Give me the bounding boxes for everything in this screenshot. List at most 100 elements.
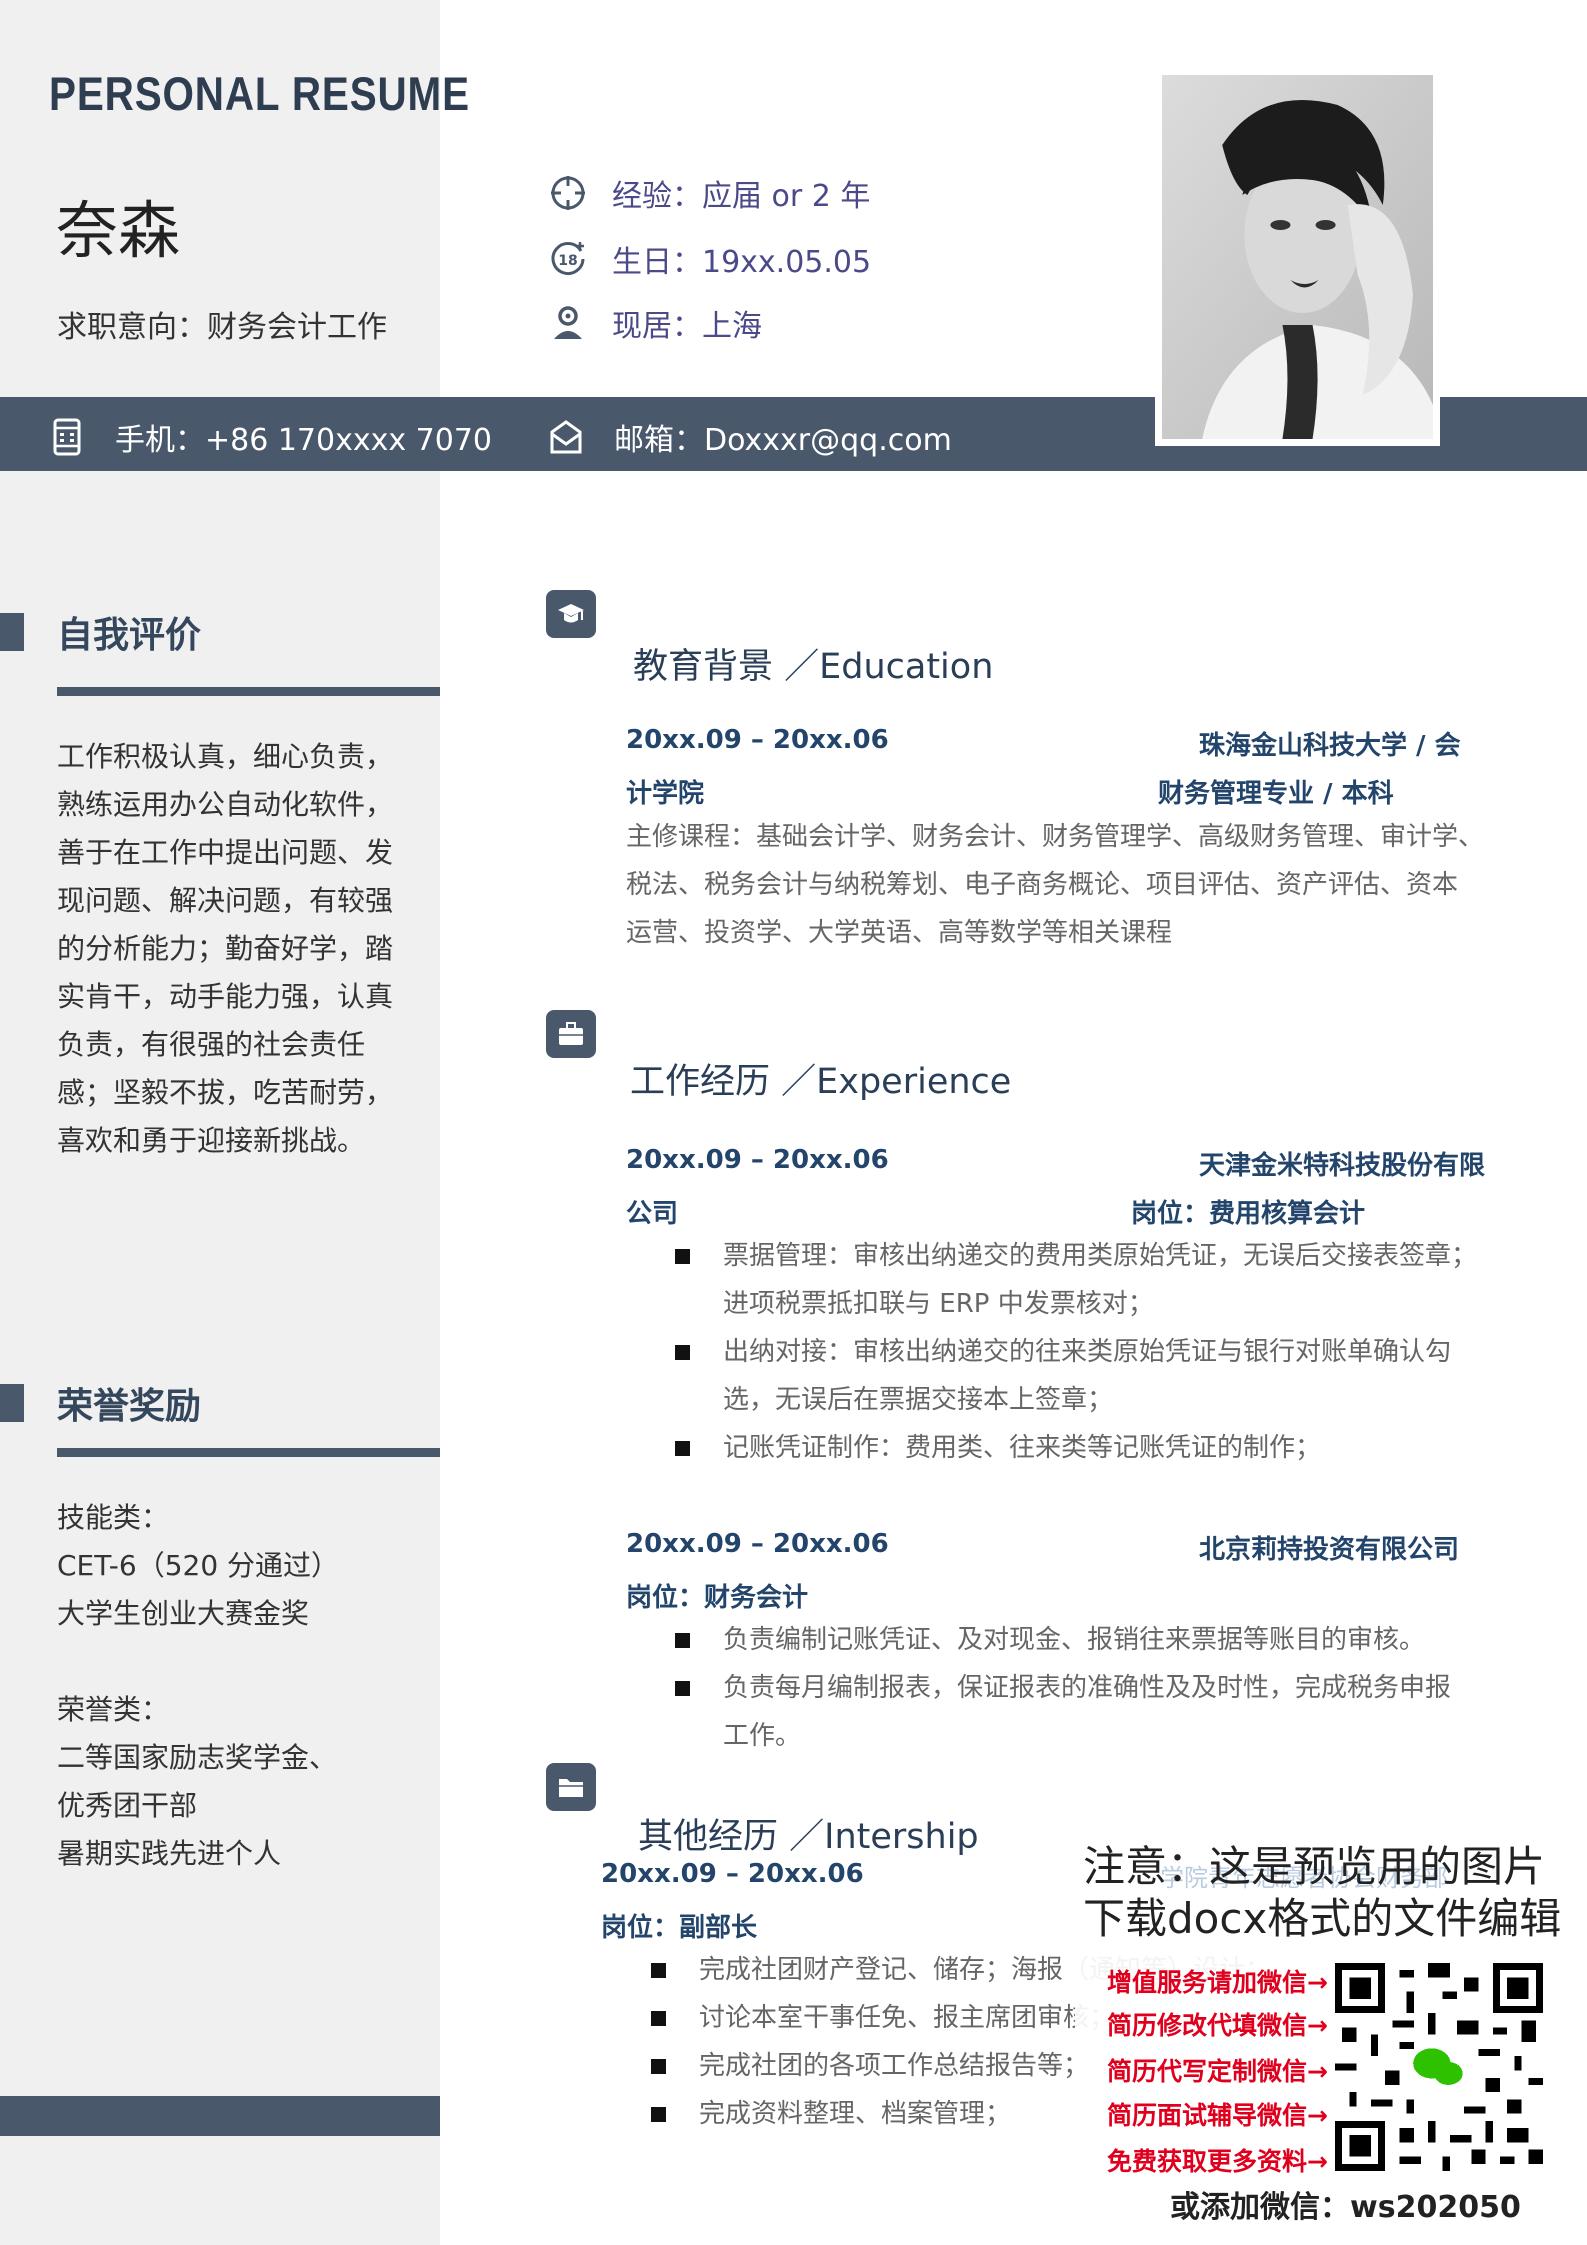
honors-spacer [57,1638,412,1686]
internship-title: 其他经历 ／Intership [638,1817,979,1857]
birthday-text: 生日：19xx.05.05 [612,245,872,280]
location-person-icon [554,306,582,339]
briefcase-icon [559,1022,583,1045]
course-line: 主修课程：基础会计学、财务会计、财务管理学、高级财务管理、审计学、 [626,822,1485,852]
phone-text: 手机：+86 170xxxx 7070 [115,423,493,458]
email-contact: 邮箱：Doxxxr@qq.com [548,415,952,459]
honors-line: 技能类： [57,1501,170,1534]
duty-line: 选，无误后在票据交接本上签章； [723,1385,1114,1415]
education-title: 教育背景 ／Education [633,647,994,687]
watermark-line-2: 下载docx格式的文件编辑 [1083,1894,1562,1943]
job1-company: 天津金米特科技股份有限 [1199,1151,1486,1181]
job2-company: 北京莉持投资有限公司 [1199,1535,1460,1565]
education-school: 珠海金山科技大学 / 会 [1199,731,1461,761]
self-eval-heading-text: 自我评价 [57,615,202,656]
honors-line: 优秀团干部 [57,1789,198,1822]
watermark-link[interactable]: 简历代写定制微信→ [1107,2052,1328,2088]
residence-info: 现居：上海 [548,301,762,345]
folder-icon [559,1779,583,1797]
birthday-info: 18 生日：19xx.05.05 [548,237,871,281]
duty-line: 讨论本室干事任免、报主席团审核； [699,2003,1116,2033]
internship-date: 20xx.09 – 20xx.06 [601,1859,864,1889]
age-18-icon: 18 [551,242,585,275]
honors-heading-text: 荣誉奖励 [57,1386,202,1427]
self-eval-line: 善于在工作中提出问题、发 [57,836,394,869]
honors-line: 暑期实践先进个人 [57,1837,282,1870]
honors-heading: 荣誉奖励 [0,1377,201,1429]
honors-line: 荣誉类： [57,1693,170,1726]
watermark-link[interactable]: 简历面试辅导微信→ [1107,2096,1328,2132]
self-eval-line: 感；坚毅不拔，吃苦耐劳， [57,1076,394,1109]
portrait-photo [1155,68,1440,446]
residence-text: 现居：上海 [612,309,762,344]
mail-icon [550,420,582,454]
resume-title: PERSONAL RESUME [49,67,470,120]
experience-section-icon [546,1010,596,1058]
duty-line: 完成资料整理、档案管理； [699,2099,1012,2129]
course-line: 税法、税务会计与纳税筹划、电子商务概论、项目评估、资产评估、资本 [626,870,1459,900]
watermark-link[interactable]: 增值服务请加微信→ [1107,1963,1328,1999]
course-line: 运营、投资学、大学英语、高等数学等相关课程 [626,918,1173,948]
watermark-link[interactable]: 免费获取更多资料→ [1107,2142,1328,2178]
self-eval-line: 负责，有很强的社会责任 [57,1028,366,1061]
duty-item: 负责每月编制报表，保证报表的准确性及及时性，完成税务申报 工作。 [675,1664,1451,1760]
self-eval-line: 工作积极认真，细心负责， [57,740,394,773]
education-courses: 主修课程：基础会计学、财务会计、财务管理学、高级财务管理、审计学、 税法、税务会… [626,813,1484,957]
watermark-footer: 或添加微信：ws202050 [1170,2190,1521,2225]
sidebar-footer-bar [0,2096,440,2136]
duty-line: 出纳对接：审核出纳递交的往来类原始凭证与银行对账单确认勾 [723,1337,1452,1367]
self-eval-line: 喜欢和勇于迎接新挑战。 [57,1124,366,1157]
heading-marker [0,613,24,651]
duty-line: 工作。 [723,1721,802,1751]
self-eval-rule [57,687,440,696]
experience-text: 经验：应届 or 2 年 [612,179,871,214]
self-eval-line: 实肯干，动手能力强，认真 [57,980,394,1013]
email-text: 邮箱：Doxxxr@qq.com [614,423,952,458]
job1-date: 20xx.09 – 20xx.06 [626,1145,889,1175]
education-section-icon [546,590,596,638]
phone-contact: 手机：+86 170xxxx 7070 [49,415,492,459]
duty-line: 完成社团的各项工作总结报告等； [699,2051,1090,2081]
duty-line: 负责每月编制报表，保证报表的准确性及及时性，完成税务申报 [723,1673,1452,1703]
job1-position: 岗位：费用核算会计 [1131,1199,1366,1229]
duty-line: 记账凭证制作：费用类、往来类等记账凭证的制作； [723,1433,1322,1463]
honors-line: 二等国家励志奖学金、 [57,1741,338,1774]
portrait-image [1162,75,1433,439]
duty-line: 进项税票抵扣联与 ERP 中发票核对； [723,1289,1154,1319]
duty-line: 票据管理：审核出纳递交的费用类原始凭证，无误后交接表签章； [723,1241,1478,1271]
self-eval-line: 现问题、解决问题，有较强 [57,884,394,917]
honors-line: CET-6（520 分通过） [57,1549,340,1582]
crosshair-icon [551,176,585,210]
duty-item: 负责编制记账凭证、及对现金、报销往来票据等账目的审核。 [675,1616,1451,1664]
phone-icon [53,418,81,456]
honors-line: 大学生创业大赛金奖 [57,1597,310,1630]
heading-marker [0,1384,24,1422]
honors-rule [57,1448,440,1457]
svg-text:18: 18 [558,253,577,269]
self-eval-text: 工作积极认真，细心负责， 熟练运用办公自动化软件， 善于在工作中提出问题、发 现… [57,733,412,1165]
education-major: 财务管理专业 / 本科 [1158,779,1394,809]
internship-position: 岗位：副部长 [601,1913,758,1943]
duty-line: 负责编制记账凭证、及对现金、报销往来票据等账目的审核。 [723,1625,1426,1655]
job1-duties: 票据管理：审核出纳递交的费用类原始凭证，无误后交接表签章； 进项税票抵扣联与 ER… [675,1232,1477,1472]
candidate-name: 奈森 [56,194,181,267]
duty-item: 票据管理：审核出纳递交的费用类原始凭证，无误后交接表签章； 进项税票抵扣联与 ER… [675,1232,1477,1328]
job2-duties: 负责编制记账凭证、及对现金、报销往来票据等账目的审核。 负责每月编制报表，保证报… [675,1616,1451,1760]
job2-position: 岗位：财务会计 [626,1583,809,1613]
experience-info: 经验：应届 or 2 年 [548,171,870,215]
education-school-cont: 计学院 [626,779,705,809]
internship-section-icon [546,1763,596,1811]
job-intent: 求职意向：财务会计工作 [57,310,387,345]
self-eval-line: 的分析能力；勤奋好学，踏 [57,932,394,965]
experience-title: 工作经历 ／Experience [630,1062,1012,1102]
duty-item: 记账凭证制作：费用类、往来类等记账凭证的制作； [675,1424,1477,1472]
duty-item: 出纳对接：审核出纳递交的往来类原始凭证与银行对账单确认勾 选，无误后在票据交接本上… [675,1328,1477,1424]
wechat-qr-code [1335,1963,1543,2171]
watermark-link[interactable]: 简历修改代填微信→ [1107,2006,1328,2042]
job1-company-cont: 公司 [626,1199,679,1229]
self-eval-heading: 自我评价 [0,606,201,658]
graduation-cap-icon [558,604,584,623]
education-date: 20xx.09 – 20xx.06 [626,725,889,755]
self-eval-line: 熟练运用办公自动化软件， [57,788,394,821]
job2-date: 20xx.09 – 20xx.06 [626,1529,889,1559]
